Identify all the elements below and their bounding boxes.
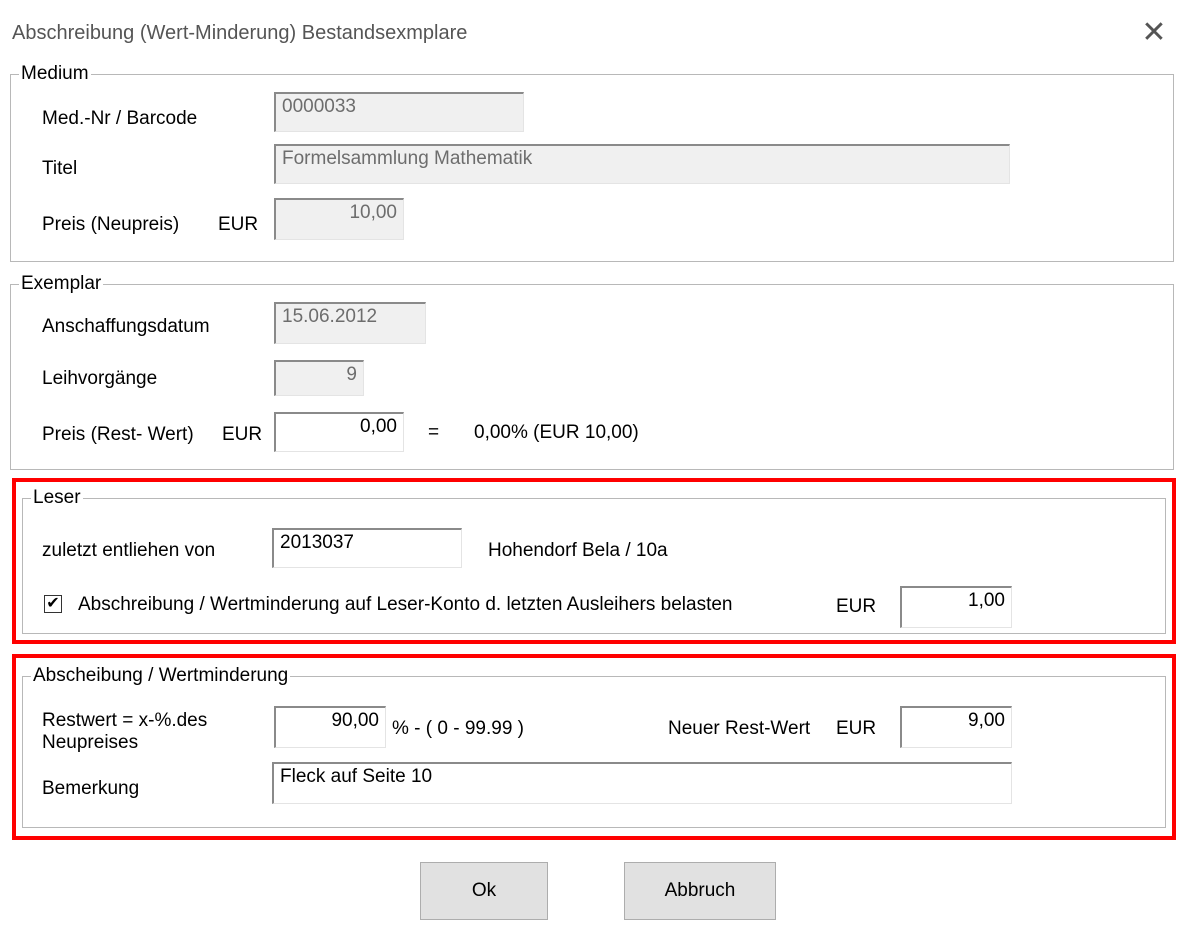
- price-field[interactable]: 10,00: [274, 198, 404, 240]
- percent-range-text: % - ( 0 - 99.99 ): [392, 718, 524, 739]
- reader-legend: Leser: [33, 487, 81, 508]
- loans-label: Leihvorgänge: [42, 368, 158, 389]
- exemplar-legend: Exemplar: [21, 273, 102, 294]
- acquisition-date-field[interactable]: 15.06.2012: [274, 302, 426, 344]
- new-rest-currency-label: EUR: [836, 718, 877, 739]
- charge-checkbox[interactable]: ✔: [44, 595, 62, 613]
- medium-legend: Medium: [21, 63, 89, 84]
- rest-value-field[interactable]: 0,00: [274, 412, 404, 452]
- title-label: Titel: [42, 158, 78, 179]
- title-field[interactable]: Formelsammlung Mathematik: [274, 144, 1010, 184]
- rest-value-label: Preis (Rest- Wert): [42, 424, 194, 445]
- depreciation-legend: Abscheibung / Wertminderung: [33, 665, 289, 686]
- window-title: Abschreibung (Wert-Minderung) Bestandsex…: [12, 22, 468, 44]
- rest-percent-text: 0,00% (EUR 10,00): [474, 422, 639, 443]
- rest-currency-label: EUR: [222, 424, 263, 445]
- barcode-field[interactable]: 0000033: [274, 92, 524, 132]
- price-label: Preis (Neupreis): [42, 214, 180, 235]
- remark-field[interactable]: Fleck auf Seite 10: [272, 762, 1012, 804]
- title-bar: Abschreibung (Wert-Minderung) Bestandsex…: [0, 0, 1184, 62]
- restwert-label-line2: Neupreises: [42, 732, 139, 753]
- loans-field[interactable]: 9: [274, 360, 364, 396]
- reader-name: Hohendorf Bela / 10a: [488, 540, 668, 561]
- acquisition-date-label: Anschaffungsdatum: [42, 316, 210, 337]
- barcode-label: Med.-Nr / Barcode: [42, 108, 198, 129]
- percent-field[interactable]: 90,00: [274, 706, 386, 748]
- close-icon[interactable]: ✕: [1136, 14, 1172, 50]
- charge-currency-label: EUR: [836, 596, 877, 617]
- cancel-button[interactable]: Abbruch: [624, 862, 776, 920]
- reader-id-field[interactable]: 2013037: [272, 528, 462, 568]
- charge-label: Abschreibung / Wertminderung auf Leser-K…: [78, 594, 733, 615]
- remark-label: Bemerkung: [42, 778, 140, 799]
- new-rest-value-label: Neuer Rest-Wert: [668, 718, 811, 739]
- charge-amount-field[interactable]: 1,00: [900, 586, 1012, 628]
- last-borrowed-label: zuletzt entliehen von: [42, 540, 216, 561]
- ok-button[interactable]: Ok: [420, 862, 548, 920]
- new-rest-value-field[interactable]: 9,00: [900, 706, 1012, 748]
- rest-equals: =: [428, 422, 440, 443]
- restwert-label-line1: Restwert = x-%.des: [42, 710, 208, 731]
- price-currency-label: EUR: [218, 214, 259, 235]
- dialog-body: Medium Med.-Nr / Barcode 0000033 Titel F…: [0, 62, 1184, 938]
